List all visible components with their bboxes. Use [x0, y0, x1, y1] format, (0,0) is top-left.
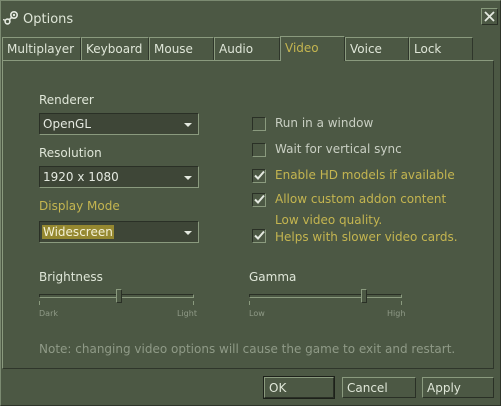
- gamma-tick-min: [249, 301, 250, 305]
- apply-button[interactable]: Apply: [422, 377, 494, 398]
- window-title: Options: [23, 12, 74, 27]
- restart-note: Note: changing video options will cause …: [39, 342, 456, 356]
- custom-addon-checkbox[interactable]: [252, 193, 266, 207]
- ok-button[interactable]: OK: [263, 376, 335, 399]
- check-icon: [254, 194, 265, 204]
- steam-icon: [3, 10, 19, 25]
- options-window: Options Multiplayer Keyboard Mouse Audio…: [0, 0, 501, 406]
- close-button[interactable]: [481, 8, 498, 25]
- tab-multiplayer[interactable]: Multiplayer: [2, 37, 81, 60]
- resolution-label: Resolution: [39, 146, 102, 160]
- renderer-value: OpenGL: [43, 117, 92, 131]
- brightness-tick-min: [39, 301, 40, 305]
- brightness-label: Brightness: [39, 270, 103, 284]
- gamma-label: Gamma: [249, 270, 297, 284]
- low-quality-label-line2: Helps with slower video cards.: [275, 230, 458, 244]
- cancel-button[interactable]: Cancel: [342, 377, 416, 398]
- tab-keyboard[interactable]: Keyboard: [81, 37, 149, 60]
- gamma-track: [249, 294, 402, 298]
- brightness-max-label: Light: [177, 309, 197, 318]
- renderer-label: Renderer: [39, 93, 94, 107]
- display-mode-label: Display Mode: [39, 199, 120, 213]
- check-icon: [254, 230, 265, 240]
- title-bar[interactable]: Options: [1, 1, 500, 37]
- brightness-tick-max: [193, 301, 194, 305]
- hd-models-checkbox[interactable]: [252, 169, 266, 183]
- tab-voice[interactable]: Voice: [345, 37, 409, 60]
- gamma-slider[interactable]: [249, 287, 402, 307]
- renderer-dropdown[interactable]: OpenGL: [39, 113, 199, 135]
- gamma-min-label: Low: [249, 309, 265, 318]
- low-quality-label: Low video quality.: [275, 213, 383, 227]
- custom-addon-label: Allow custom addon content: [275, 192, 447, 206]
- tab-mouse[interactable]: Mouse: [149, 37, 214, 60]
- gamma-tick-max: [401, 301, 402, 305]
- run-in-window-checkbox[interactable]: [252, 117, 266, 131]
- gamma-max-label: High: [387, 309, 406, 318]
- run-in-window-label: Run in a window: [275, 116, 374, 130]
- check-icon: [254, 170, 265, 180]
- display-mode-dropdown[interactable]: Widescreen: [39, 221, 199, 243]
- tab-lock[interactable]: Lock: [409, 37, 473, 60]
- tab-video[interactable]: Video: [280, 36, 345, 61]
- resolution-value: 1920 x 1080: [43, 170, 119, 184]
- tab-audio[interactable]: Audio: [214, 37, 280, 60]
- display-mode-value: Widescreen: [42, 225, 114, 239]
- hd-models-label: Enable HD models if available: [275, 168, 455, 182]
- gamma-thumb[interactable]: [361, 289, 367, 303]
- resolution-dropdown[interactable]: 1920 x 1080: [39, 166, 199, 188]
- low-quality-checkbox[interactable]: [252, 229, 266, 243]
- chevron-down-icon: [184, 176, 192, 180]
- brightness-min-label: Dark: [39, 309, 58, 318]
- brightness-thumb[interactable]: [116, 289, 122, 303]
- chevron-down-icon: [184, 123, 192, 127]
- chevron-down-icon: [184, 231, 192, 235]
- vsync-checkbox[interactable]: [252, 143, 266, 157]
- brightness-slider[interactable]: [39, 287, 194, 307]
- close-icon: [484, 11, 495, 22]
- vsync-label: Wait for vertical sync: [275, 142, 402, 156]
